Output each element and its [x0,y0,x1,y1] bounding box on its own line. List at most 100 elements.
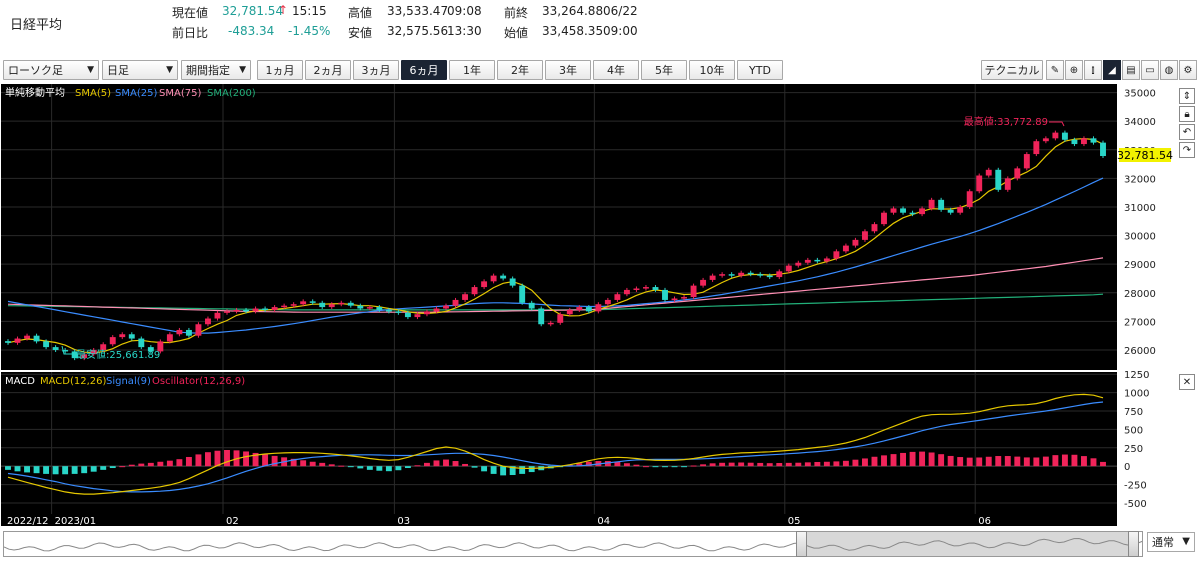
oscillator-bar [433,460,440,467]
candle-body [833,251,840,259]
chart-toolbar: ローソク足 ▼ 日足 ▼ 期間指定 ▼ 1ヵ月 2ヵ月 3ヵ月 6ヵ月 1年 2… [0,60,1200,82]
candle-body [871,224,878,232]
oscillator-bar [404,466,411,469]
expand-icon[interactable]: ⇕ [1179,88,1195,104]
period-button-3y[interactable]: 3年 [545,60,591,80]
candle-body [1023,154,1030,169]
oscillator-bar [62,466,69,475]
period-button-3m[interactable]: 3ヵ月 [353,60,399,80]
candle-body [43,341,50,348]
oscillator-bar [185,456,192,467]
candle-body [357,305,364,309]
oscillator-bar [633,464,640,467]
candle-body [195,324,202,336]
candle-body [319,302,326,308]
oscillator-bar [43,466,50,474]
candle-body [500,275,507,279]
oscillator-bar [395,466,402,471]
candle-body [823,258,830,262]
candle-body [281,305,288,308]
bar-chart-icon[interactable]: ⫾ [1084,60,1102,80]
gear-icon[interactable]: ⚙ [1179,60,1197,80]
price-tick-label: 27000 [1124,317,1156,328]
max-price-annotation: 最高値:33,772.89 [964,115,1048,128]
candle-body [919,208,926,215]
folder-icon[interactable]: ▭ [1141,60,1159,80]
candle-body [766,275,773,278]
redo-icon[interactable]: ↷ [1179,142,1195,158]
candle-body [842,245,849,252]
oscillator-bar [300,460,307,467]
oscillator-bar [795,462,802,467]
pencil-icon[interactable]: ✎ [1046,60,1064,80]
oscillator-bar [823,461,830,467]
candle-body [309,301,316,303]
candle-body [585,307,592,312]
oscillator-bar [166,460,173,467]
oscillator-bar [309,461,316,467]
area-chart-icon[interactable]: ◢ [1103,60,1121,80]
oscillator-bar [347,466,354,468]
document-icon[interactable]: ▤ [1122,60,1140,80]
candle-body [938,199,945,210]
oscillator-bar [757,462,764,467]
low-time: 13:30 [447,24,482,38]
date-tick-label: 04 [597,516,610,526]
open-value: 33,458.35 [542,24,604,38]
index-title: 日経平均 [10,18,63,33]
oscillator-bar [1033,457,1040,467]
oscillator-bar [900,452,906,467]
high-label: 高値 [348,6,373,20]
period-range-select[interactable]: 期間指定 ▼ [181,60,251,80]
legend-sma5: SMA(5) [75,88,111,99]
candle-body [52,347,59,350]
date-tick-label: 2022/12 [7,516,49,526]
legend-sma200: SMA(200) [207,88,256,99]
navigator-left-handle[interactable] [796,531,807,557]
oscillator-bar [214,450,221,467]
period-button-ytd[interactable]: YTD [737,60,783,80]
oscillator-bar [119,466,126,468]
navigator-selected-range [804,532,1134,556]
candle-body [671,298,678,300]
period-button-4y[interactable]: 4年 [593,60,639,80]
macd-panel [1,372,1117,514]
navigator-right-handle[interactable] [1128,531,1139,557]
date-tick-label: 2023/01 [55,516,97,526]
oscillator-bar [357,466,364,469]
dropdown-arrow-icon: ▼ [239,65,246,75]
chart-area[interactable]: 2600027000280002900030000310003200033000… [0,84,1200,526]
candle-body [290,304,297,306]
navigator-track[interactable] [3,531,1143,557]
period-button-1y[interactable]: 1年 [449,60,495,80]
period-button-5y[interactable]: 5年 [641,60,687,80]
period-button-10y[interactable]: 10年 [689,60,735,80]
candle-body [557,314,564,323]
undo-icon[interactable]: ↶ [1179,124,1195,140]
chart-type-select[interactable]: ローソク足 ▼ [3,60,99,80]
oscillator-bar [766,463,773,467]
period-button-1m[interactable]: 1ヵ月 [257,60,303,80]
dropdown-arrow-icon: ▼ [87,65,94,75]
interval-select[interactable]: 日足 ▼ [102,60,178,80]
candle-body [224,311,230,313]
candle-body [900,208,906,213]
candle-body [690,285,697,298]
oscillator-bar [262,454,269,467]
date-tick-label: 06 [978,516,991,526]
period-button-6m[interactable]: 6ヵ月 [401,60,447,80]
palette-icon[interactable]: ◍ [1160,60,1178,80]
oscillator-bar [947,455,954,467]
lock-icon[interactable]: 🔒︎ [1179,106,1195,122]
period-button-2m[interactable]: 2ヵ月 [305,60,351,80]
oscillator-bar [414,465,421,467]
current-value: 32,781.54 [222,4,284,18]
navigator-mode-select[interactable]: 通常 ▼ [1147,532,1195,552]
close-macd-icon[interactable]: ✕ [1179,374,1195,390]
period-button-2y[interactable]: 2年 [497,60,543,80]
zoom-icon[interactable]: ⊕ [1065,60,1083,80]
candle-body [300,301,307,305]
oscillator-bar [662,466,668,468]
candle-body [462,294,468,300]
technical-button[interactable]: テクニカル [981,60,1043,80]
